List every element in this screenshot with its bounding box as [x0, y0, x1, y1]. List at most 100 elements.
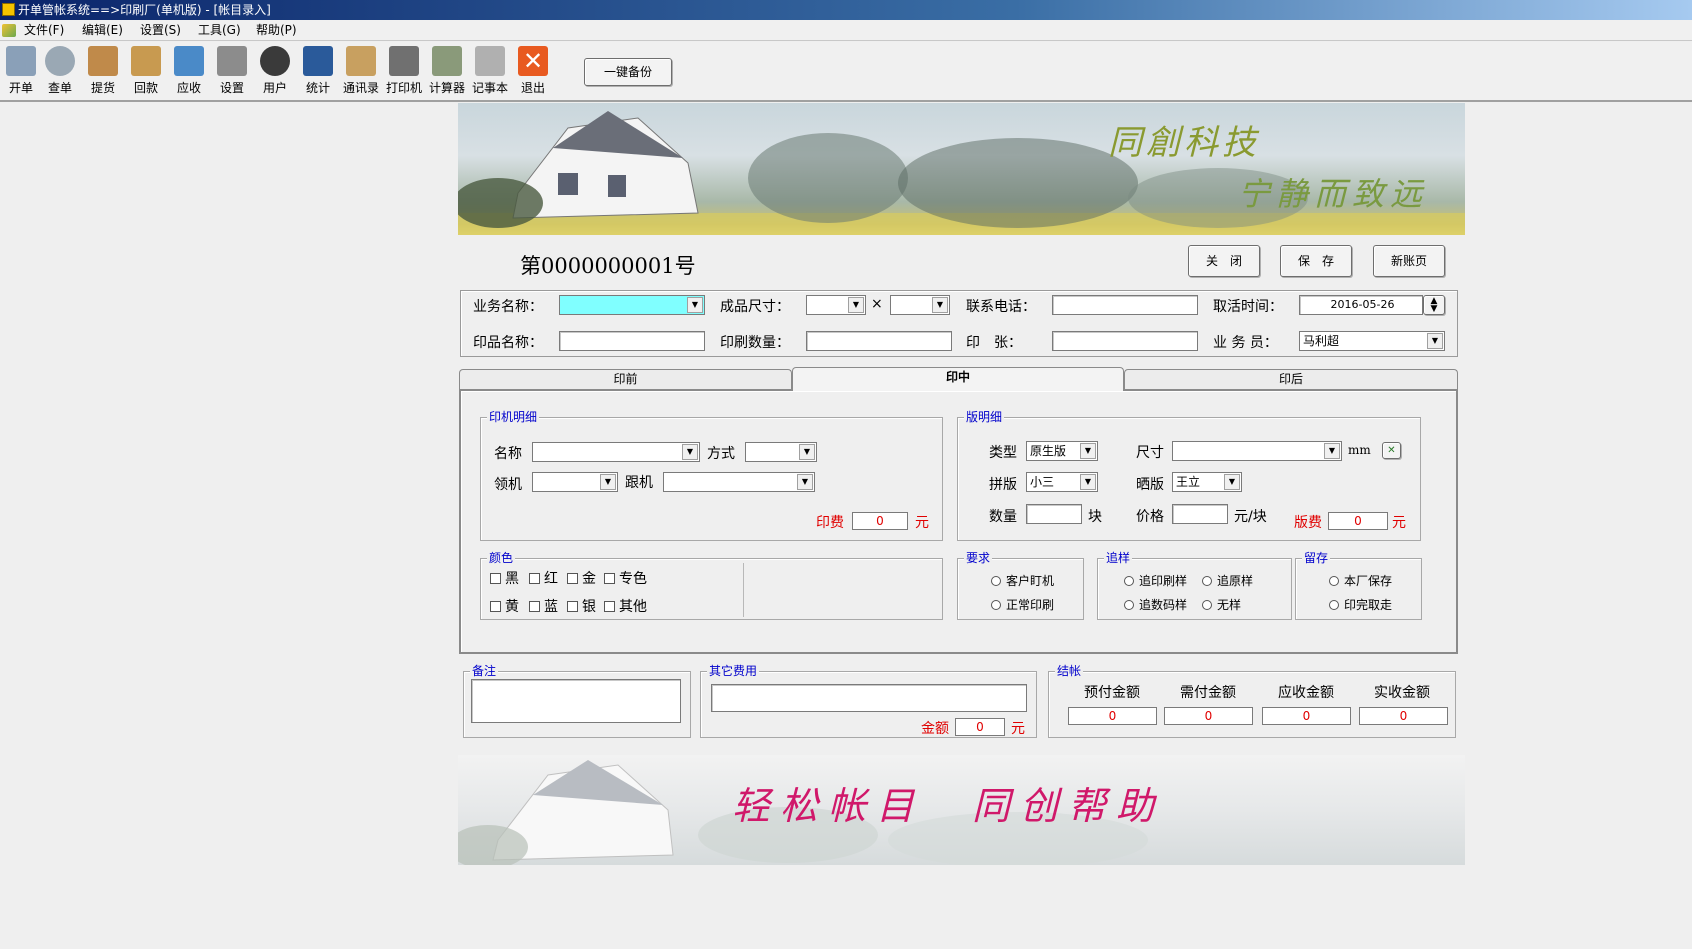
- tool-exit[interactable]: ✕ 退出: [512, 44, 554, 98]
- plate-fee-input[interactable]: 0: [1328, 512, 1388, 530]
- clear-size-button[interactable]: ✕: [1382, 442, 1401, 459]
- color-red-checkbox[interactable]: 红: [529, 568, 558, 588]
- save-button[interactable]: 保 存: [1280, 245, 1352, 277]
- checkbox-icon[interactable]: [529, 601, 540, 612]
- receivable-amount-input[interactable]: 0: [1262, 707, 1351, 725]
- tool-statistics[interactable]: 统计: [297, 44, 339, 98]
- plate-type-combo[interactable]: 原生版 ▼: [1026, 441, 1098, 461]
- checkbox-icon[interactable]: [529, 573, 540, 584]
- radio-icon[interactable]: [991, 600, 1001, 610]
- press-name-combo[interactable]: ▼: [532, 442, 700, 462]
- color-blue-checkbox[interactable]: 蓝: [529, 596, 558, 616]
- chevron-down-icon[interactable]: ▼: [932, 297, 948, 313]
- plate-size-combo[interactable]: ▼: [1172, 441, 1342, 461]
- remarks-textarea[interactable]: [471, 679, 681, 723]
- new-ledger-button[interactable]: 新账页: [1373, 245, 1445, 277]
- size-width-combo[interactable]: ▼: [806, 295, 866, 315]
- exposure-combo[interactable]: 王立 ▼: [1172, 472, 1242, 492]
- menu-settings[interactable]: 设置(S): [140, 20, 181, 41]
- layout-combo[interactable]: 小三 ▼: [1026, 472, 1098, 492]
- chevron-down-icon[interactable]: ▼: [797, 474, 813, 490]
- payable-amount-input[interactable]: 0: [1164, 707, 1253, 725]
- chevron-down-icon[interactable]: ▼: [1427, 333, 1443, 349]
- retain-factory-radio[interactable]: 本厂保存: [1329, 572, 1392, 589]
- checkbox-icon[interactable]: [490, 601, 501, 612]
- chevron-down-icon[interactable]: ▼: [848, 297, 864, 313]
- print-quantity-input[interactable]: [806, 331, 952, 351]
- chevron-down-icon[interactable]: ▼: [799, 444, 815, 460]
- press-mode-combo[interactable]: ▼: [745, 442, 817, 462]
- sample-original-radio[interactable]: 追原样: [1202, 572, 1253, 589]
- radio-icon[interactable]: [1329, 600, 1339, 610]
- tool-settings[interactable]: 设置: [211, 44, 253, 98]
- tool-payment[interactable]: 回款: [125, 44, 167, 98]
- color-yellow-checkbox[interactable]: 黄: [490, 596, 519, 616]
- menu-edit[interactable]: 编辑(E): [82, 20, 123, 41]
- radio-icon[interactable]: [1202, 600, 1212, 610]
- checkbox-icon[interactable]: [604, 573, 615, 584]
- sample-digital-radio[interactable]: 追数码样: [1124, 596, 1187, 613]
- chevron-down-icon[interactable]: ▼: [687, 297, 703, 313]
- tab-printing[interactable]: 印中: [792, 367, 1124, 391]
- menu-help[interactable]: 帮助(P): [256, 20, 297, 41]
- print-sheets-input[interactable]: [1052, 331, 1198, 351]
- assistant-operator-combo[interactable]: ▼: [663, 472, 815, 492]
- tool-notepad[interactable]: 记事本: [469, 44, 511, 98]
- checkbox-icon[interactable]: [490, 573, 501, 584]
- phone-input[interactable]: [1052, 295, 1198, 315]
- chevron-down-icon[interactable]: ▼: [1324, 443, 1340, 459]
- print-fee-input[interactable]: 0: [852, 512, 908, 530]
- chevron-down-icon[interactable]: ▼: [1080, 474, 1096, 490]
- radio-icon[interactable]: [1124, 576, 1134, 586]
- tool-calculator[interactable]: 计算器: [426, 44, 468, 98]
- plate-price-input[interactable]: [1172, 504, 1228, 524]
- plate-qty-input[interactable]: [1026, 504, 1082, 524]
- backup-button[interactable]: 一键备份: [584, 58, 672, 86]
- close-icon[interactable]: ✕: [1387, 445, 1395, 456]
- lead-operator-combo[interactable]: ▼: [532, 472, 618, 492]
- tool-user[interactable]: 用户: [254, 44, 296, 98]
- radio-icon[interactable]: [1329, 576, 1339, 586]
- color-silver-checkbox[interactable]: 银: [567, 596, 596, 616]
- color-other-checkbox[interactable]: 其他: [604, 596, 647, 616]
- salesman-combo[interactable]: 马利超 ▼: [1299, 331, 1445, 351]
- sample-print-radio[interactable]: 追印刷样: [1124, 572, 1187, 589]
- sample-none-radio[interactable]: 无样: [1202, 596, 1241, 613]
- tool-address-book[interactable]: 通讯录: [340, 44, 382, 98]
- require-normal-print-radio[interactable]: 正常印刷: [991, 596, 1054, 613]
- checkbox-icon[interactable]: [604, 601, 615, 612]
- close-button[interactable]: 关 闭: [1188, 245, 1260, 277]
- size-height-combo[interactable]: ▼: [890, 295, 950, 315]
- chevron-down-icon[interactable]: ▼: [1224, 474, 1240, 490]
- date-spin-button[interactable]: ▲ ▼: [1423, 295, 1445, 315]
- tool-printer[interactable]: 打印机: [383, 44, 425, 98]
- other-fee-input[interactable]: [711, 684, 1027, 712]
- radio-icon[interactable]: [1124, 600, 1134, 610]
- menu-tools[interactable]: 工具(G): [198, 20, 241, 41]
- tool-pickup[interactable]: 提货: [82, 44, 124, 98]
- chevron-down-icon[interactable]: ▼: [682, 444, 698, 460]
- tool-search-bill[interactable]: 查单: [39, 44, 81, 98]
- business-name-combo[interactable]: ▼: [559, 295, 705, 315]
- color-gold-checkbox[interactable]: 金: [567, 568, 596, 588]
- chevron-down-icon[interactable]: ▼: [600, 474, 616, 490]
- color-black-checkbox[interactable]: 黑: [490, 568, 519, 588]
- other-fee-amount-input[interactable]: 0: [955, 718, 1005, 736]
- tool-open-bill[interactable]: 开单: [0, 44, 42, 98]
- checkbox-icon[interactable]: [567, 573, 578, 584]
- chevron-down-icon[interactable]: ▼: [1080, 443, 1096, 459]
- received-amount-input[interactable]: 0: [1359, 707, 1448, 725]
- tab-prepress[interactable]: 印前: [459, 369, 792, 389]
- prepaid-amount-input[interactable]: 0: [1068, 707, 1157, 725]
- retain-takeaway-radio[interactable]: 印完取走: [1329, 596, 1392, 613]
- color-spot-checkbox[interactable]: 专色: [604, 568, 647, 588]
- tab-postpress[interactable]: 印后: [1124, 369, 1458, 389]
- pickup-time-input[interactable]: 2016-05-26: [1299, 295, 1423, 315]
- radio-icon[interactable]: [1202, 576, 1212, 586]
- checkbox-icon[interactable]: [567, 601, 578, 612]
- radio-icon[interactable]: [991, 576, 1001, 586]
- product-name-input[interactable]: [559, 331, 705, 351]
- require-customer-watch-radio[interactable]: 客户盯机: [991, 572, 1054, 589]
- spin-down-icon[interactable]: ▼: [1431, 304, 1438, 314]
- tool-receivable[interactable]: 应收: [168, 44, 210, 98]
